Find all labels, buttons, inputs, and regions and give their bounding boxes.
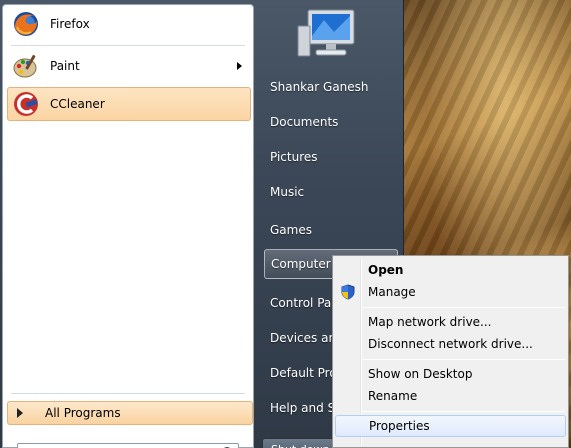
right-item-label: Games xyxy=(270,223,312,237)
right-item-label: Pictures xyxy=(270,150,318,164)
menu-item-open[interactable]: Open xyxy=(335,259,566,281)
submenu-arrow-icon[interactable] xyxy=(237,62,242,70)
program-ccleaner[interactable]: CCleaner xyxy=(7,87,251,121)
divider xyxy=(11,45,245,46)
menu-item-map-network-drive[interactable]: Map network drive... xyxy=(335,311,566,333)
right-item-documents[interactable]: Documents xyxy=(264,107,398,137)
all-programs-label: All Programs xyxy=(45,406,121,420)
ccleaner-icon xyxy=(10,88,42,120)
program-label: Paint xyxy=(50,59,80,73)
menu-item-label: Properties xyxy=(369,419,430,433)
menu-item-label: Show on Desktop xyxy=(368,367,473,381)
shutdown-button[interactable]: Shut down xyxy=(262,438,334,448)
right-item-label: Music xyxy=(270,185,305,199)
triangle-right-icon xyxy=(17,408,23,418)
search-box[interactable] xyxy=(17,443,239,448)
program-label: CCleaner xyxy=(50,97,105,111)
right-item-label: Documents xyxy=(270,115,339,129)
paint-icon xyxy=(10,50,42,82)
menu-item-label: Open xyxy=(368,263,404,277)
menu-item-manage[interactable]: Manage xyxy=(335,281,566,303)
menu-item-disconnect-network-drive[interactable]: Disconnect network drive... xyxy=(335,333,566,355)
divider xyxy=(11,393,245,394)
menu-item-label: Map network drive... xyxy=(368,315,492,329)
all-programs-button[interactable]: All Programs xyxy=(7,401,253,425)
computer-context-menu: Open Manage Map network drive... Disconn… xyxy=(332,255,569,448)
menu-separator xyxy=(363,359,565,360)
menu-item-properties[interactable]: Properties xyxy=(335,415,566,437)
menu-separator xyxy=(363,411,565,412)
right-item-label: Shankar Ganesh xyxy=(270,80,369,94)
menu-separator xyxy=(363,307,565,308)
start-menu-programs-panel: Firefox Paint CCleaner All Programs Sear… xyxy=(2,4,254,448)
right-item-pictures[interactable]: Pictures xyxy=(264,142,398,172)
right-item-games[interactable]: Games xyxy=(264,215,398,245)
menu-item-show-on-desktop[interactable]: Show on Desktop xyxy=(335,363,566,385)
right-item-user[interactable]: Shankar Ganesh xyxy=(264,72,398,102)
firefox-icon xyxy=(10,8,42,40)
program-paint[interactable]: Paint xyxy=(7,49,251,83)
menu-item-label: Manage xyxy=(368,285,416,299)
right-item-music[interactable]: Music xyxy=(264,177,398,207)
right-item-label: Computer xyxy=(271,257,331,271)
computer-monitor-icon[interactable] xyxy=(294,6,360,64)
program-label: Firefox xyxy=(50,17,90,31)
menu-item-label: Rename xyxy=(368,389,418,403)
menu-item-rename[interactable]: Rename xyxy=(335,385,566,407)
menu-item-label: Disconnect network drive... xyxy=(368,337,533,351)
program-firefox[interactable]: Firefox xyxy=(7,7,251,41)
